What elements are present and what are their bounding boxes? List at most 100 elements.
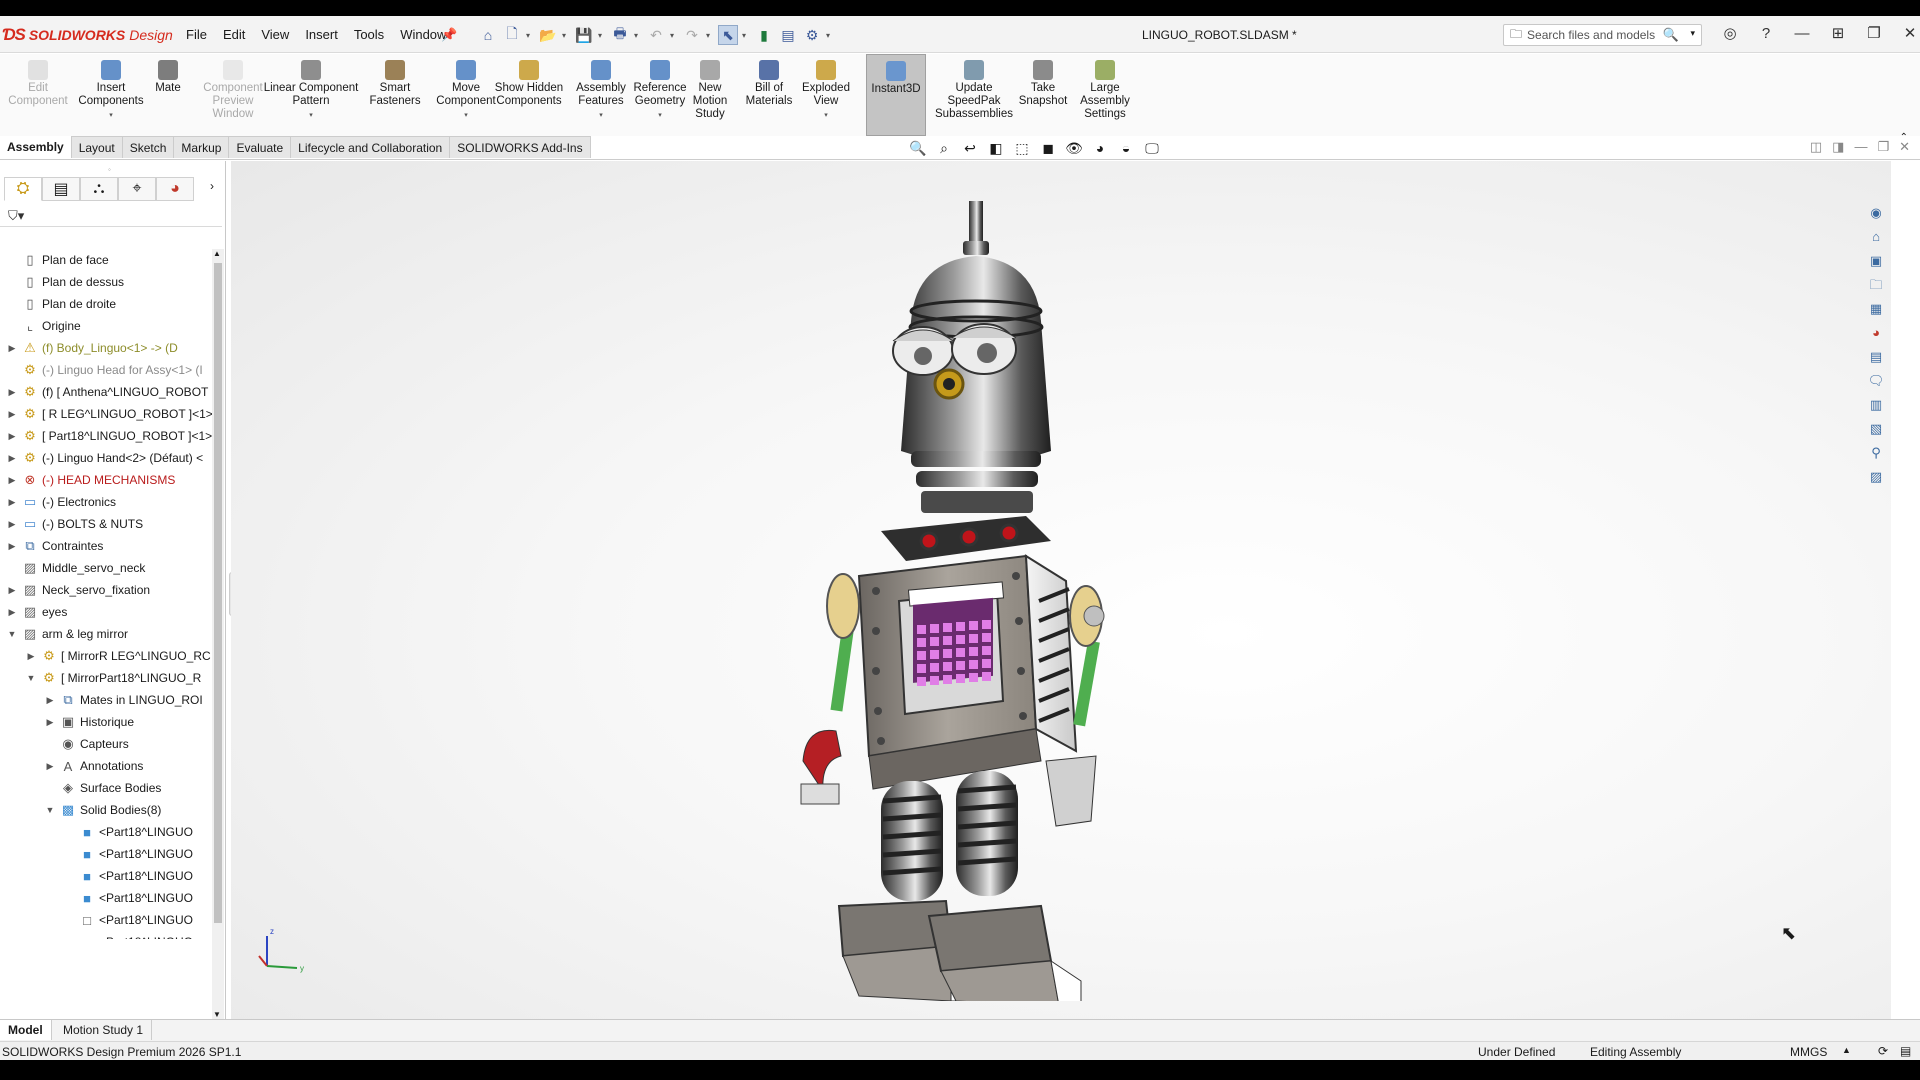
display-style-icon[interactable]: ◼ [1038, 139, 1058, 157]
linear-component-pattern-button[interactable]: Linear Component Pattern ▾ [260, 54, 362, 136]
tree-item[interactable]: ▶ ▭ (-) Electronics [6, 491, 116, 513]
viewport-tile-icon[interactable]: ◫ [1810, 139, 1822, 155]
tree-vertical-scrollbar[interactable]: ▲ ▼ [212, 249, 224, 1019]
tree-item[interactable]: ▶ ▣ Historique [44, 711, 135, 733]
view-orientation-icon[interactable]: ⬚ [1012, 139, 1032, 157]
save-dropdown-icon[interactable]: ▾ [598, 31, 606, 40]
tile-window-button[interactable]: ⊞ [1820, 22, 1856, 46]
viewport-minimize-icon[interactable]: — [1854, 139, 1867, 155]
menu-view[interactable]: View [253, 28, 297, 42]
menu-file[interactable]: File [178, 28, 215, 42]
edit-component-button[interactable]: Edit Component [8, 54, 68, 136]
search-icon[interactable]: 🔍 [1663, 27, 1679, 43]
dimxpert-tab-icon[interactable]: ⌖ [118, 177, 156, 201]
redo-icon[interactable]: ↷ [682, 25, 702, 45]
custom-properties-icon[interactable]: ▤ [1865, 347, 1887, 367]
display-manager-tab-icon[interactable]: ◕ [156, 177, 194, 201]
exploded-view-dropdown-icon[interactable]: ▾ [824, 109, 828, 122]
take-snapshot-button[interactable]: Take Snapshot [1019, 54, 1067, 136]
tab-addins[interactable]: SOLIDWORKS Add-Ins [450, 136, 591, 158]
print-icon[interactable]: 🖶 [610, 25, 630, 45]
tree-item[interactable]: ▨ Middle_servo_neck [6, 557, 146, 579]
robot-model[interactable] [751, 201, 1171, 1001]
smart-fasteners-button[interactable]: Smart Fasteners [369, 54, 421, 136]
tree-item[interactable]: ◈ Surface Bodies [44, 777, 161, 799]
learning-icon[interactable]: ▨ [1865, 467, 1887, 487]
forum-icon[interactable]: 🗨 [1865, 371, 1887, 391]
tab-layout[interactable]: Layout [71, 136, 123, 158]
expand-arrow-icon[interactable]: ▶ [6, 431, 18, 442]
tab-model[interactable]: Model [0, 1020, 52, 1040]
new-dropdown-icon[interactable]: ▾ [526, 31, 534, 40]
expand-arrow-icon[interactable]: ▶ [44, 717, 56, 728]
expand-arrow-icon[interactable]: ▶ [6, 387, 18, 398]
traffic-light-icon[interactable]: ▮ [754, 25, 774, 45]
search-input[interactable]: Search files and models [1527, 28, 1655, 42]
new-motion-study-button[interactable]: New Motion Study [688, 54, 732, 136]
scroll-down-icon[interactable]: ▼ [213, 1010, 221, 1019]
zoom-to-area-icon[interactable]: ⌕ [934, 139, 954, 157]
undo-icon[interactable]: ↶ [646, 25, 666, 45]
tree-item[interactable]: ⌞ Origine [6, 315, 81, 337]
tree-item[interactable]: ▶ ⚙ [ R LEG^LINGUO_ROBOT ]<1> [6, 403, 212, 425]
tree-item[interactable]: ▶ ⧉ Mates in LINGUO_ROI [44, 689, 203, 711]
tab-assembly[interactable]: Assembly [0, 136, 72, 158]
apply-scene-icon[interactable]: ◒ [1116, 139, 1136, 157]
notifications-icon[interactable]: ▤ [1900, 1044, 1911, 1058]
tree-item[interactable]: ■ <Part18^LINGUO [63, 887, 193, 909]
viewport-split-icon[interactable]: ◨ [1832, 139, 1844, 155]
filter-icon[interactable]: ⛉▾ [8, 208, 24, 224]
design-library-icon[interactable]: ▥ [1865, 395, 1887, 415]
expand-arrow-icon[interactable]: ▶ [6, 519, 18, 530]
bill-of-materials-button[interactable]: Bill of Materials [744, 54, 794, 136]
cad-models-icon[interactable]: ⚲ [1865, 443, 1887, 463]
minimize-button[interactable]: — [1784, 22, 1820, 46]
view-settings-icon[interactable]: 🖵 [1142, 139, 1162, 157]
view-palette-icon[interactable]: ▦ [1865, 299, 1887, 319]
expand-arrow-icon[interactable]: ▶ [6, 541, 18, 552]
expand-arrow-icon[interactable]: ▶ [44, 761, 56, 772]
tree-item[interactable]: ▼ ⚙ [ MirrorPart18^LINGUO_R [25, 667, 202, 689]
section-view-icon[interactable]: ◧ [986, 139, 1006, 157]
help-icon[interactable]: ? [1748, 22, 1784, 46]
insert-components-dropdown-icon[interactable]: ▾ [109, 109, 113, 122]
instant3d-button[interactable]: Instant3D [866, 54, 926, 136]
tree-item[interactable]: ▶ ⚠ (f) Body_Linguo<1> -> (D [6, 337, 178, 359]
home-tab-icon[interactable]: ⌂ [1865, 227, 1887, 247]
tree-item[interactable]: ▯ Plan de droite [6, 293, 116, 315]
tree-item[interactable]: ▶ ▭ (-) BOLTS & NUTS [6, 513, 144, 535]
file-properties-icon[interactable]: ▤ [778, 25, 798, 45]
reference-geometry-button[interactable]: Reference Geometry ▾ [630, 54, 690, 136]
tree-item[interactable]: ▶ ⚙ (-) Linguo Hand<2> (Défaut) < [6, 447, 204, 469]
tree-item[interactable]: ▯ Plan de dessus [6, 271, 124, 293]
user-account-icon[interactable]: ◎ [1712, 22, 1748, 46]
menu-insert[interactable]: Insert [297, 28, 346, 42]
tree-item[interactable]: ▶ A Annotations [44, 755, 144, 777]
tree-item[interactable]: ■ <Part18^LINGUO [63, 821, 193, 843]
expand-arrow-icon[interactable]: ▶ [6, 607, 18, 618]
collapse-arrow-icon[interactable]: ▼ [6, 629, 18, 639]
solidworks-resources-icon[interactable]: ◉ [1865, 203, 1887, 223]
update-speedpak-subassemblies-button[interactable]: Update SpeedPak Subassemblies [932, 54, 1016, 136]
tree-item[interactable]: ▶ ▨ eyes [6, 601, 68, 623]
toolbox-icon[interactable]: ▧ [1865, 419, 1887, 439]
panel-next-icon[interactable]: › [210, 179, 214, 193]
tree-item[interactable]: ◉ Capteurs [44, 733, 128, 755]
open-icon[interactable]: 📂 [538, 25, 558, 45]
expand-arrow-icon[interactable]: ▶ [6, 343, 18, 354]
undo-dropdown-icon[interactable]: ▾ [670, 31, 678, 40]
select-dropdown-icon[interactable]: ▾ [742, 31, 750, 40]
viewport-restore-icon[interactable]: ❐ [1877, 139, 1889, 155]
new-document-icon[interactable]: 🗋 [502, 25, 522, 45]
open-dropdown-icon[interactable]: ▾ [562, 31, 570, 40]
tree-item[interactable]: ▼ ▨ arm & leg mirror [6, 623, 128, 645]
expand-arrow-icon[interactable]: ▶ [6, 585, 18, 596]
options-dropdown-icon[interactable]: ▾ [826, 31, 834, 40]
reference-geometry-dropdown-icon[interactable]: ▾ [658, 109, 662, 122]
tab-sketch[interactable]: Sketch [122, 136, 175, 158]
expand-arrow-icon[interactable]: ▶ [25, 651, 37, 662]
rebuild-status-icon[interactable]: ⟳ [1878, 1044, 1888, 1058]
pin-menu-icon[interactable]: 📌 [441, 27, 457, 43]
tree-item[interactable]: ■ <Part18^LINGUO [63, 865, 193, 887]
search-box[interactable]: 🗀 Search files and models 🔍 ▾ [1503, 24, 1702, 46]
